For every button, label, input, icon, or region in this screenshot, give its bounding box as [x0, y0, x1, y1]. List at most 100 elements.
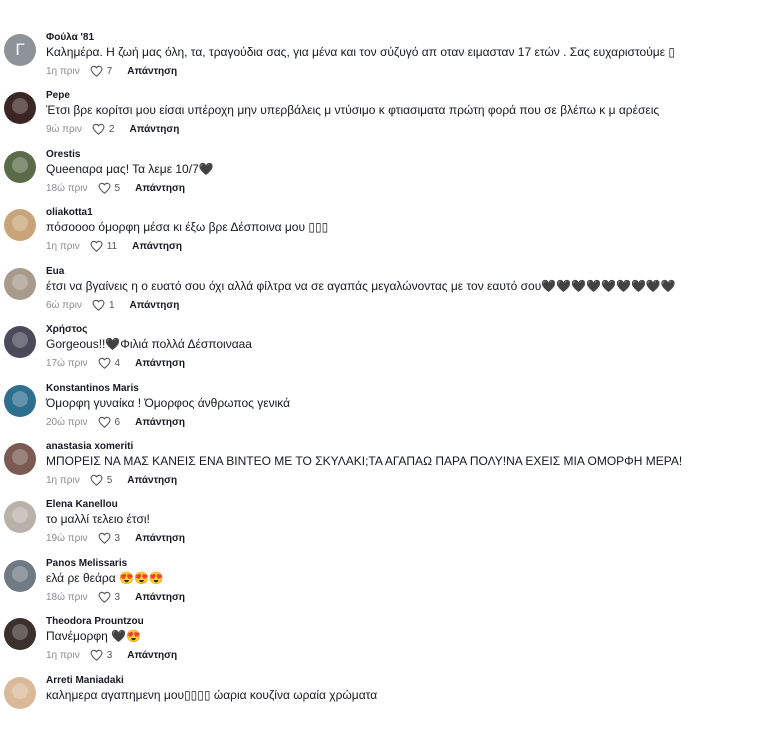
like-count: 5 [114, 182, 121, 194]
comment-timestamp: 19ώ πριν [46, 532, 88, 544]
comment-item: Χρήστος Gorgeous!!🖤Φιλιά πολλά Δέσποιναaa… [0, 324, 767, 384]
like-count: 7 [106, 65, 113, 77]
comment-meta: 1η πριν 5 Απάντηση [46, 473, 177, 487]
comment-text: Όμορφη γυναίκα ! Όμορφος άνθρωπος γενικά [46, 396, 291, 410]
comment-timestamp: 20ώ πριν [46, 416, 88, 428]
like-button[interactable]: 3 [90, 649, 112, 661]
comments-list: Γ Φούλα '81 Καλημέρα. Η ζωή μας όλη, τα, τ… [0, 0, 767, 709]
like-count: 11 [106, 240, 118, 252]
comment-username[interactable]: Konstantinos Maris [46, 383, 139, 394]
like-button[interactable]: 6 [98, 416, 121, 428]
comment-meta: 1η πριν 7 Απάντηση [46, 64, 177, 78]
comment-username[interactable]: Eua [46, 266, 64, 277]
heart-icon [98, 357, 111, 369]
comment-username[interactable]: Arreti Maniadaki [46, 675, 124, 686]
reply-button[interactable]: Απάντηση [130, 124, 180, 135]
comment-username[interactable]: Elena Kanellou [46, 499, 118, 510]
like-button[interactable]: 5 [98, 182, 121, 194]
reply-button[interactable]: Απάντηση [127, 650, 177, 661]
comment-timestamp: 1η πριν [46, 649, 80, 661]
comment-text: πόσοοοο όμορφη μέσα κι έξω βρε Δέσποινα … [46, 220, 329, 234]
like-count: 4 [114, 357, 121, 369]
comment-username[interactable]: Panos Melissaris [46, 558, 127, 569]
comment-item: Theodora Prountzou Πανέμορφη 🖤😍 1η πριν 3 Απ… [0, 616, 767, 676]
comment-timestamp: 18ώ πριν [46, 182, 88, 194]
comment-text: Έτσι βρε κορίτσι μου είσαι υπέροχη μην υ… [46, 103, 660, 117]
avatar[interactable] [4, 677, 36, 709]
comment-text: Gorgeous!!🖤Φιλιά πολλά Δέσποιναaa [46, 337, 252, 351]
reply-button[interactable]: Απάντηση [135, 183, 185, 194]
comment-meta: 17ώ πριν 4 Απάντηση [46, 356, 185, 370]
avatar[interactable] [4, 443, 36, 475]
reply-button[interactable]: Απάντηση [132, 241, 182, 252]
comment-username[interactable]: Φούλα '81 [46, 32, 94, 43]
comment-timestamp: 17ώ πριν [46, 357, 88, 369]
reply-button[interactable]: Απάντηση [135, 358, 185, 369]
like-count: 1 [108, 299, 115, 311]
like-button[interactable]: 3 [98, 532, 121, 544]
comment-username[interactable]: Theodora Prountzou [46, 616, 144, 627]
comment-username[interactable]: Χρήστος [46, 324, 87, 335]
like-button[interactable]: 3 [98, 591, 120, 603]
heart-icon [98, 416, 111, 428]
reply-button[interactable]: Απάντηση [135, 533, 185, 544]
avatar[interactable] [4, 385, 36, 417]
reply-button[interactable]: Απάντηση [135, 417, 185, 428]
heart-icon [92, 299, 105, 311]
heart-icon [90, 65, 103, 77]
comment-item: Elena Kanellou το μαλλί τελειο έτσι! 19ώ π… [0, 499, 767, 559]
avatar[interactable] [4, 268, 36, 300]
avatar[interactable]: Γ [4, 34, 36, 66]
comment-username[interactable]: Orestis [46, 149, 80, 160]
like-button[interactable]: 5 [90, 474, 113, 486]
like-count: 2 [108, 123, 115, 135]
reply-button[interactable]: Απάντηση [127, 475, 177, 486]
avatar[interactable] [4, 151, 36, 183]
comment-timestamp: 6ώ πριν [46, 299, 82, 311]
like-button[interactable]: 4 [98, 357, 121, 369]
avatar[interactable] [4, 326, 36, 358]
avatar[interactable] [4, 501, 36, 533]
comment-item: Panos Melissaris ελά ρε θεάρα 😍😍😍 18ώ πριν… [0, 558, 767, 618]
heart-icon [98, 182, 111, 194]
comment-timestamp: 1η πριν [46, 65, 80, 77]
comment-meta: 18ώ πριν 5 Απάντηση [46, 181, 185, 195]
like-button[interactable]: 7 [90, 65, 113, 77]
comment-text: έτσι να βγαίνεις η ο ευατό σου όχι αλλά … [46, 279, 676, 293]
comment-meta: 19ώ πριν 3 Απάντηση [46, 531, 185, 545]
heart-icon [90, 240, 103, 252]
comment-item: Arreti Maniadaki καλημερα αγαπημενη μου▯▯… [0, 675, 767, 735]
avatar[interactable] [4, 618, 36, 650]
comment-text: Καλημέρα. Η ζωή μας όλη, τα, τραγούδια σ… [46, 45, 675, 59]
comment-timestamp: 1η πριν [46, 240, 80, 252]
heart-icon [98, 532, 111, 544]
comment-meta: 9ώ πριν 2 Απάντηση [46, 122, 179, 136]
comment-meta: 1η πριν 11 Απάντηση [46, 239, 182, 253]
like-count: 6 [114, 416, 121, 428]
heart-icon [92, 123, 105, 135]
avatar[interactable] [4, 92, 36, 124]
reply-button[interactable]: Απάντηση [135, 592, 185, 603]
comment-timestamp: 9ώ πριν [46, 123, 82, 135]
comment-meta: 18ώ πριν 3 Απάντηση [46, 590, 185, 604]
like-count: 5 [106, 474, 113, 486]
heart-icon [98, 591, 111, 603]
comment-meta: 6ώ πριν 1 Απάντηση [46, 298, 179, 312]
comment-item: Eua έτσι να βγαίνεις η ο ευατό σου όχι αλ… [0, 266, 767, 326]
like-button[interactable]: 2 [92, 123, 115, 135]
heart-icon [90, 474, 103, 486]
comment-username[interactable]: Pepe [46, 90, 70, 101]
reply-button[interactable]: Απάντηση [130, 300, 180, 311]
comment-timestamp: 18ώ πριν [46, 591, 88, 603]
comment-username[interactable]: oliakotta1 [46, 207, 93, 218]
like-count: 3 [114, 532, 121, 544]
reply-button[interactable]: Απάντηση [127, 66, 177, 77]
comment-text: Queenαρα μας! Τα λεμε 10/7🖤 [46, 162, 214, 176]
comment-username[interactable]: anastasia xomeriti [46, 441, 133, 452]
comment-item: Orestis Queenαρα μας! Τα λεμε 10/7🖤 18ώ πρ… [0, 149, 767, 209]
avatar[interactable] [4, 560, 36, 592]
comment-item: Pepe Έτσι βρε κορίτσι μου είσαι υπέροχη μ… [0, 90, 767, 150]
avatar[interactable] [4, 209, 36, 241]
like-button[interactable]: 1 [92, 299, 115, 311]
like-button[interactable]: 11 [90, 240, 117, 252]
